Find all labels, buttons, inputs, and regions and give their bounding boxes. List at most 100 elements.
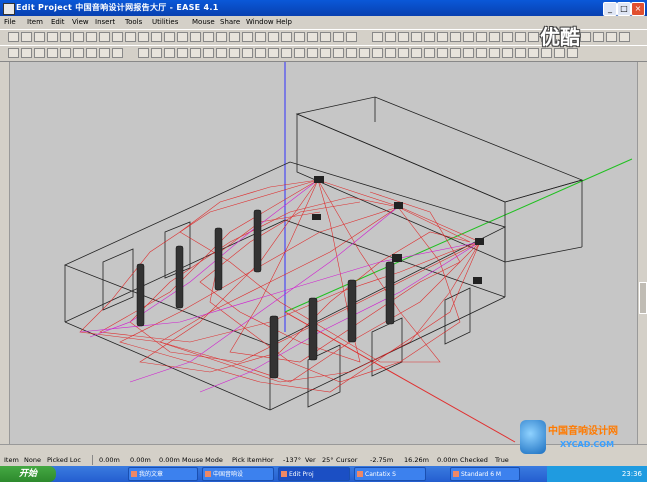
toolbar-tool-icon[interactable] (151, 32, 162, 42)
toolbar-tool-icon[interactable] (203, 32, 214, 42)
toolbar-tool-icon[interactable] (528, 32, 539, 42)
close-button[interactable]: × (631, 2, 645, 16)
vertical-scrollbar-right[interactable] (637, 62, 647, 445)
toolbar-tool-icon[interactable] (450, 32, 461, 42)
toolbar-tool-icon[interactable] (320, 48, 331, 58)
toolbar-tool-icon[interactable] (99, 32, 110, 42)
toolbar-tool-icon[interactable] (281, 48, 292, 58)
toolbar-tool-icon[interactable] (255, 48, 266, 58)
toolbar-tool-icon[interactable] (463, 32, 474, 42)
toolbar-tool-icon[interactable] (164, 48, 175, 58)
toolbar-tool-icon[interactable] (346, 32, 357, 42)
menu-view[interactable]: View (72, 16, 89, 29)
toolbar-tool-icon[interactable] (294, 48, 305, 58)
toolbar-tool-icon[interactable] (281, 32, 292, 42)
toolbar-tool-icon[interactable] (346, 48, 357, 58)
toolbar-tool-icon[interactable] (268, 48, 279, 58)
toolbar-tool-icon[interactable] (177, 32, 188, 42)
toolbar-tool-icon[interactable] (229, 32, 240, 42)
scroll-thumb[interactable] (639, 282, 647, 314)
toolbar-tool-icon[interactable] (619, 32, 630, 42)
toolbar-tool-icon[interactable] (476, 48, 487, 58)
toolbar-tool-icon[interactable] (489, 32, 500, 42)
taskbar-item[interactable]: 我的文章 (128, 467, 198, 481)
toolbar-tool-icon[interactable] (8, 32, 19, 42)
toolbar-tool-icon[interactable] (385, 32, 396, 42)
toolbar-tool-icon[interactable] (86, 32, 97, 42)
toolbar-tool-icon[interactable] (177, 48, 188, 58)
menu-item[interactable]: Item (27, 16, 43, 29)
toolbar-tool-icon[interactable] (528, 48, 539, 58)
toolbar-tool-icon[interactable] (203, 48, 214, 58)
toolbar-tool-icon[interactable] (580, 32, 591, 42)
toolbar-tool-icon[interactable] (424, 32, 435, 42)
toolbar-tool-icon[interactable] (502, 32, 513, 42)
taskbar-item[interactable]: 中国音响设 (202, 467, 274, 481)
toolbar-tool-icon[interactable] (398, 48, 409, 58)
start-button[interactable]: 开始 (0, 466, 56, 482)
vertical-scrollbar-left[interactable] (0, 62, 10, 445)
toolbar-tool-icon[interactable] (411, 48, 422, 58)
toolbar-tool-icon[interactable] (60, 32, 71, 42)
menu-utilities[interactable]: Utilities (152, 16, 178, 29)
toolbar-tool-icon[interactable] (190, 32, 201, 42)
taskbar-item[interactable]: Cantatix S (354, 467, 426, 481)
toolbar-tool-icon[interactable] (112, 48, 123, 58)
toolbar-tool-icon[interactable] (372, 32, 383, 42)
toolbar-tool-icon[interactable] (138, 32, 149, 42)
minimize-button[interactable]: _ (603, 2, 617, 16)
toolbar-tool-icon[interactable] (34, 48, 45, 58)
toolbar-tool-icon[interactable] (359, 48, 370, 58)
toolbar-tool-icon[interactable] (47, 48, 58, 58)
toolbar-tool-icon[interactable] (307, 32, 318, 42)
toolbar-tool-icon[interactable] (21, 32, 32, 42)
toolbar-tool-icon[interactable] (138, 48, 149, 58)
taskbar-item[interactable]: Standard 6 M (450, 467, 520, 481)
toolbar-tool-icon[interactable] (476, 32, 487, 42)
toolbar-tool-icon[interactable] (593, 32, 604, 42)
menu-insert[interactable]: Insert (95, 16, 115, 29)
toolbar-tool-icon[interactable] (112, 32, 123, 42)
toolbar-tool-icon[interactable] (333, 48, 344, 58)
menu-help[interactable]: Help (276, 16, 292, 29)
toolbar-tool-icon[interactable] (463, 48, 474, 58)
menu-window[interactable]: Window (246, 16, 274, 29)
toolbar-tool-icon[interactable] (489, 48, 500, 58)
toolbar-tool-icon[interactable] (242, 48, 253, 58)
toolbar-tool-icon[interactable] (99, 48, 110, 58)
toolbar-tool-icon[interactable] (437, 48, 448, 58)
menu-file[interactable]: File (4, 16, 16, 29)
toolbar-tool-icon[interactable] (60, 48, 71, 58)
maximize-button[interactable]: □ (617, 2, 631, 16)
toolbar-tool-icon[interactable] (47, 32, 58, 42)
toolbar-tool-icon[interactable] (255, 32, 266, 42)
toolbar-tool-icon[interactable] (125, 32, 136, 42)
toolbar-tool-icon[interactable] (216, 32, 227, 42)
toolbar-tool-icon[interactable] (424, 48, 435, 58)
menu-edit[interactable]: Edit (51, 16, 65, 29)
3d-viewport[interactable] (0, 62, 647, 454)
menu-mouse[interactable]: Mouse (192, 16, 215, 29)
toolbar-tool-icon[interactable] (294, 32, 305, 42)
toolbar-tool-icon[interactable] (229, 48, 240, 58)
toolbar-tool-icon[interactable] (398, 32, 409, 42)
app-icon[interactable] (3, 3, 15, 15)
toolbar-tool-icon[interactable] (385, 48, 396, 58)
taskbar-item-active[interactable]: Edit Proj (278, 467, 350, 481)
toolbar-tool-icon[interactable] (450, 48, 461, 58)
toolbar-tool-icon[interactable] (21, 48, 32, 58)
toolbar-tool-icon[interactable] (8, 48, 19, 58)
toolbar-tool-icon[interactable] (86, 48, 97, 58)
toolbar-tool-icon[interactable] (190, 48, 201, 58)
toolbar-tool-icon[interactable] (73, 48, 84, 58)
toolbar-tool-icon[interactable] (333, 32, 344, 42)
toolbar-tool-icon[interactable] (34, 32, 45, 42)
toolbar-tool-icon[interactable] (242, 32, 253, 42)
toolbar-tool-icon[interactable] (307, 48, 318, 58)
toolbar-tool-icon[interactable] (515, 32, 526, 42)
toolbar-tool-icon[interactable] (216, 48, 227, 58)
toolbar-tool-icon[interactable] (164, 32, 175, 42)
toolbar-tool-icon[interactable] (73, 32, 84, 42)
toolbar-tool-icon[interactable] (411, 32, 422, 42)
menu-share[interactable]: Share (220, 16, 240, 29)
